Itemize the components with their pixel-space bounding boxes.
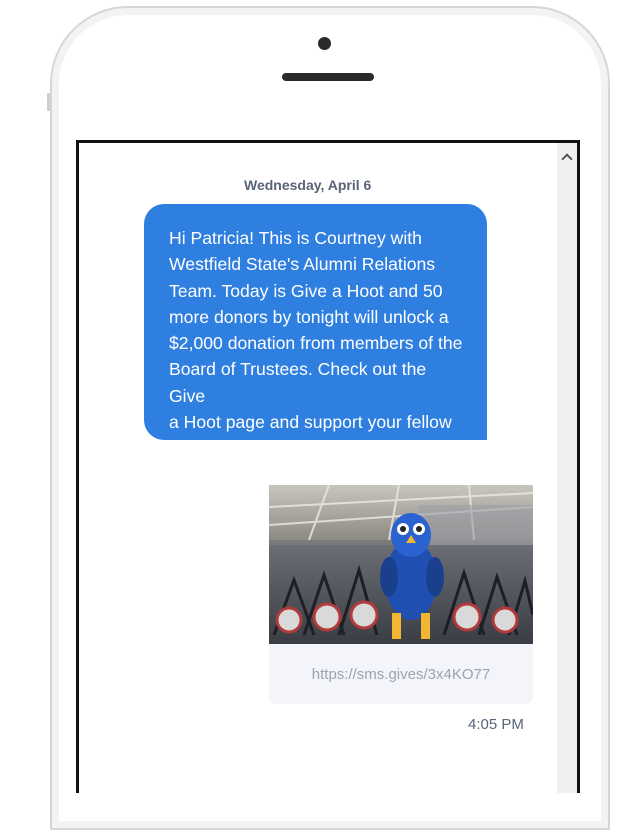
- chevron-up-icon[interactable]: [561, 153, 573, 165]
- link-preview-url[interactable]: https://sms.gives/3x4KO77: [269, 666, 533, 683]
- message-timestamp: 4:05 PM: [468, 716, 524, 733]
- phone-speaker: [282, 73, 374, 81]
- phone-camera: [318, 37, 331, 50]
- message-thread[interactable]: Wednesday, April 6 Hi Patricia! This is …: [76, 140, 580, 793]
- message-bubble: Hi Patricia! This is Courtney with Westf…: [144, 204, 487, 485]
- date-label: Wednesday, April 6: [244, 177, 372, 193]
- message-image[interactable]: [269, 485, 533, 644]
- link-preview[interactable]: https://sms.gives/3x4KO77: [269, 644, 533, 704]
- scrollbar[interactable]: [557, 143, 577, 793]
- gym-mascot-photo: [269, 485, 533, 644]
